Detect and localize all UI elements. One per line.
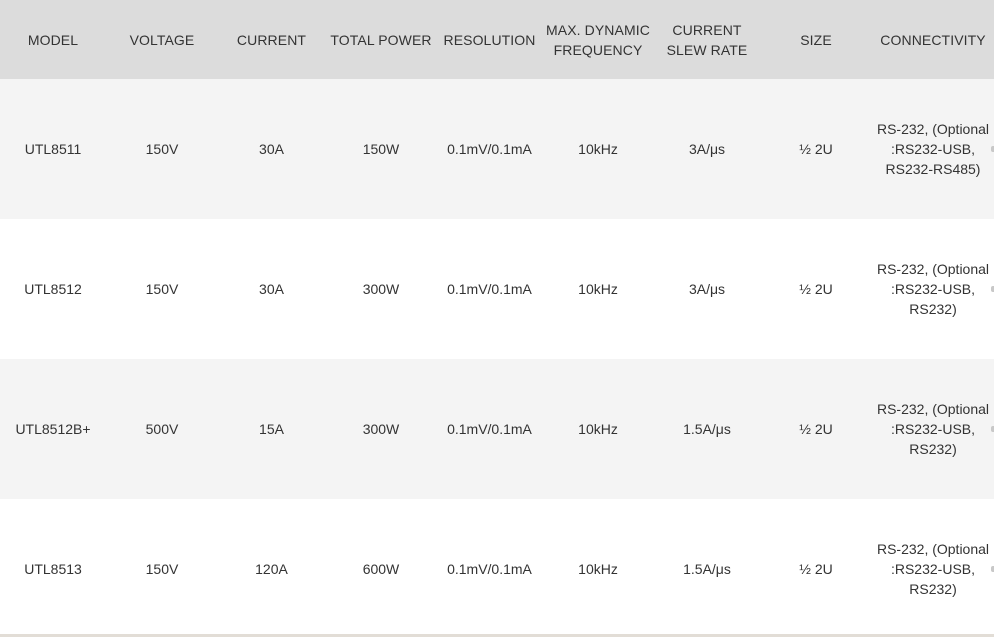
cell-model: UTL8512 [24,281,82,297]
cell-current-slew-rate: 1.5A/μs [683,561,731,577]
header-total-power: TOTAL POWER [330,31,432,48]
cell-resolution: 0.1mV/0.1mA [447,561,532,577]
product-spec-table: MODEL VOLTAGE CURRENT TOTAL POWER RESOLU… [0,0,994,637]
cell-size: ½ 2U [799,421,833,437]
cell-max-dynamic-frequency: 10kHz [578,421,618,437]
cell-voltage: 150V [145,561,179,577]
cell-total-power: 300W [362,421,400,437]
cell-connectivity: RS-232, (Optional :RS232-USB, RS232-RS48… [876,121,990,177]
cell-max-dynamic-frequency: 10kHz [578,141,618,157]
cell-current: 120A [255,561,288,577]
cell-voltage: 150V [145,141,179,157]
cell-current-slew-rate: 3A/μs [688,141,726,157]
cell-size: ½ 2U [799,281,833,297]
cell-current: 15A [259,421,284,437]
header-voltage: VOLTAGE [129,31,195,48]
header-size: SIZE [800,31,832,48]
cell-model: UTL8513 [24,561,82,577]
cell-resolution: 0.1mV/0.1mA [447,141,532,157]
cell-current: 30A [259,281,284,297]
cell-max-dynamic-frequency: 10kHz [578,281,618,297]
cell-total-power: 150W [362,141,400,157]
cell-current-slew-rate: 1.5A/μs [683,421,731,437]
spec-table-page: MODEL VOLTAGE CURRENT TOTAL POWER RESOLU… [0,0,994,637]
cell-total-power: 300W [362,281,400,297]
cell-resolution: 0.1mV/0.1mA [447,421,532,437]
cell-current-slew-rate: 3A/μs [688,281,726,297]
cell-model: UTL8511 [24,141,82,157]
table-row: UTL8512 150V 30A 300W 0.1mV/0.1mA 10kHz … [0,219,994,359]
cell-connectivity: RS-232, (Optional :RS232-USB, RS232) [876,401,990,457]
header-connectivity: CONNECTIVITY [880,31,986,48]
cell-connectivity: RS-232, (Optional :RS232-USB, RS232) [876,261,990,317]
header-max-dynamic-frequency: MAX. DYNAMIC FREQUENCY [546,21,650,58]
cell-connectivity: RS-232, (Optional :RS232-USB, RS232) [876,541,990,597]
cell-size: ½ 2U [799,141,833,157]
cell-total-power: 600W [362,561,400,577]
cell-resolution: 0.1mV/0.1mA [447,281,532,297]
header-current-slew-rate: CURRENT SLEW RATE [666,21,748,58]
cell-size: ½ 2U [799,561,833,577]
cell-voltage: 500V [145,421,179,437]
table-header-row: MODEL VOLTAGE CURRENT TOTAL POWER RESOLU… [0,0,994,79]
cell-model: UTL8512B+ [15,421,91,437]
table-row: UTL8513 150V 120A 600W 0.1mV/0.1mA 10kHz… [0,499,994,637]
table-row: UTL8512B+ 500V 15A 300W 0.1mV/0.1mA 10kH… [0,359,994,499]
cell-current: 30A [259,141,284,157]
cell-voltage: 150V [145,281,179,297]
header-resolution: RESOLUTION [443,31,536,48]
cell-max-dynamic-frequency: 10kHz [578,561,618,577]
table-row: UTL8511 150V 30A 150W 0.1mV/0.1mA 10kHz … [0,79,994,219]
header-current: CURRENT [236,31,307,48]
header-model: MODEL [27,31,79,48]
